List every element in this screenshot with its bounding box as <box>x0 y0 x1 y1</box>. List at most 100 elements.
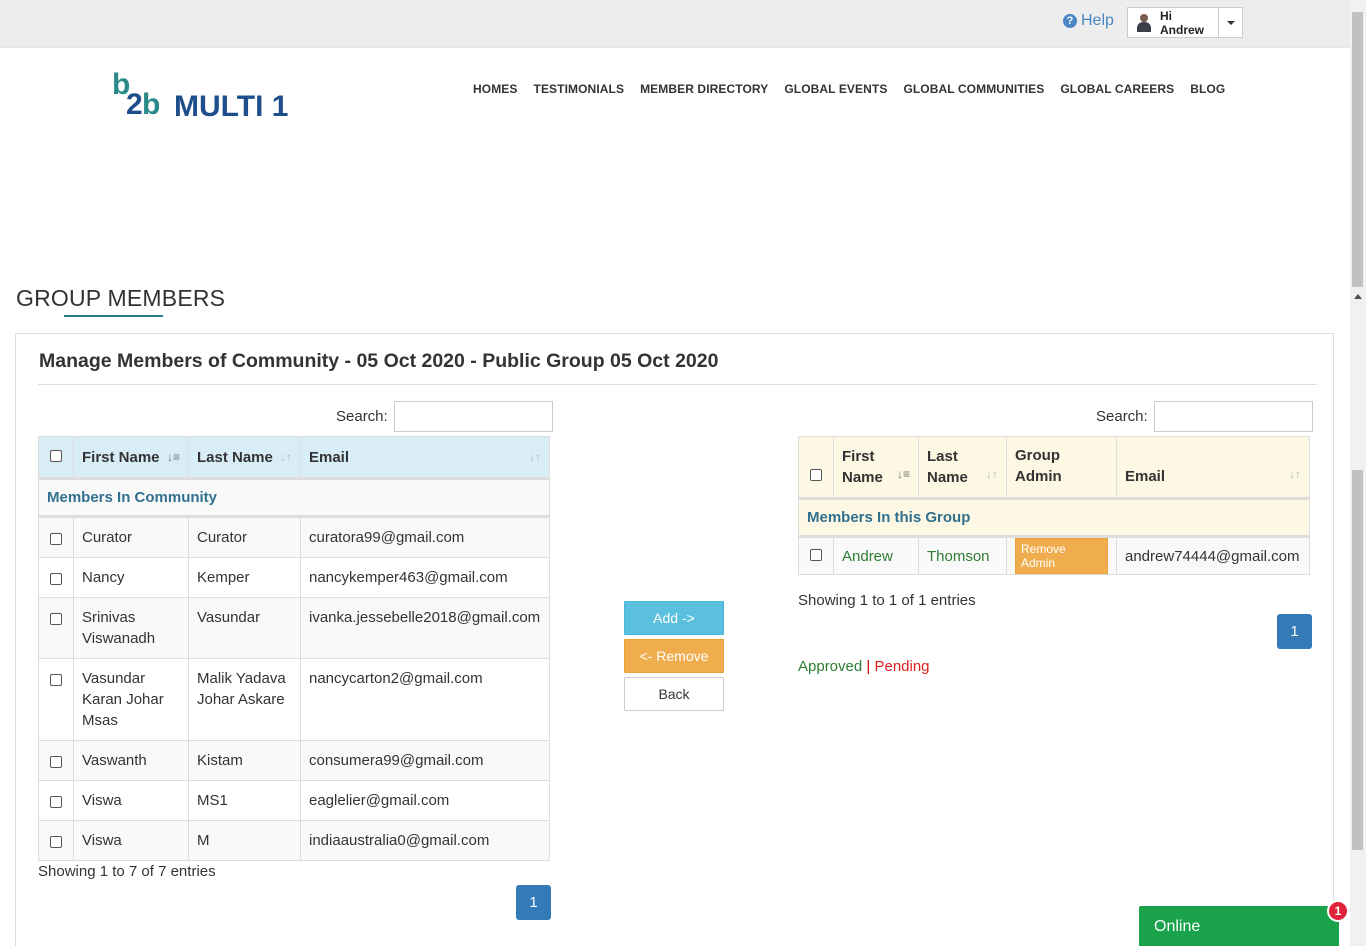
select-all-checkbox[interactable] <box>50 449 62 462</box>
nav-testimonials[interactable]: TESTIMONIALS <box>534 82 625 96</box>
email-cell: ivanka.jessebelle2018@gmail.com <box>300 597 550 659</box>
title-underline <box>64 315 163 317</box>
col-email[interactable]: Email ↓↑ <box>300 436 550 480</box>
col-email-label: Email <box>309 448 350 466</box>
col-last-name[interactable]: Last Name ↓↑ <box>188 436 301 480</box>
community-search-label: Search: <box>336 408 388 425</box>
chat-notification-badge: 1 <box>1327 900 1349 922</box>
group-search-label: Search: <box>1096 408 1148 425</box>
group-page-button[interactable]: 1 <box>1277 614 1312 649</box>
page-title: GROUP MEMBERS <box>16 285 226 311</box>
legend-pending: Pending <box>874 658 930 675</box>
svg-text:2: 2 <box>126 88 143 120</box>
col-email[interactable]: Email ↓↑ <box>1116 436 1310 500</box>
select-all-checkbox[interactable] <box>810 469 822 481</box>
chat-online-widget[interactable]: Online <box>1139 906 1339 946</box>
nav-global-careers[interactable]: GLOBAL CAREERS <box>1060 82 1174 96</box>
row-select-cell <box>38 740 74 781</box>
table-row: Curator Curator curatora99@gmail.com <box>38 516 550 558</box>
banner-area <box>0 137 1350 287</box>
col-first-name[interactable]: First Name ↓≡ <box>833 436 919 500</box>
last-name-cell: MS1 <box>188 780 301 821</box>
help-link[interactable]: ? Help <box>1063 12 1114 30</box>
table-row: Vasundar Karan Johar Msas Malik Yadava J… <box>38 658 550 741</box>
group-table-caption: Members In this Group <box>798 498 1310 538</box>
group-search-input[interactable] <box>1153 401 1313 432</box>
nav-blog[interactable]: BLOG <box>1190 82 1225 96</box>
row-checkbox[interactable] <box>50 836 62 848</box>
community-table-caption: Members In Community <box>38 478 550 518</box>
col-first-name-label: First Name <box>842 448 883 486</box>
sort-asc-icon[interactable]: ↓≡ <box>897 464 910 485</box>
community-page-button[interactable]: 1 <box>516 885 551 920</box>
sort-asc-icon[interactable]: ↓≡ <box>167 450 180 464</box>
first-name-cell: Curator <box>73 516 189 558</box>
row-select-cell <box>38 820 74 861</box>
first-name-cell: Nancy <box>73 557 189 598</box>
sort-icon[interactable]: ↓↑ <box>1289 464 1301 485</box>
nav-member-directory[interactable]: MEMBER DIRECTORY <box>640 82 768 96</box>
row-select-cell <box>38 516 74 558</box>
inner-scrollbar-thumb[interactable] <box>1352 470 1363 850</box>
last-name-cell: Kemper <box>188 557 301 598</box>
table-row: Srinivas Viswanadh Vasundar ivanka.jesse… <box>38 597 550 659</box>
row-checkbox[interactable] <box>50 674 62 686</box>
first-name-cell: Srinivas Viswanadh <box>73 597 189 659</box>
row-checkbox[interactable] <box>50 573 62 585</box>
group-members-table: Members In this Group First Name ↓≡ Last … <box>798 436 1310 575</box>
col-last-name-label: Last Name <box>197 448 273 466</box>
row-select-cell <box>38 658 74 741</box>
user-greeting: Hi Andrew <box>1160 8 1205 37</box>
row-checkbox[interactable] <box>50 613 62 625</box>
site-logo[interactable]: b 2 b MULTI 1 <box>112 64 312 123</box>
first-name-cell: Viswa <box>73 780 189 821</box>
panel-heading: Manage Members of Community - 05 Oct 202… <box>39 350 719 372</box>
last-name-cell: Malik Yadava Johar Askare <box>188 658 301 741</box>
community-search-input[interactable] <box>393 401 553 432</box>
nav-global-communities[interactable]: GLOBAL COMMUNITIES <box>903 82 1044 96</box>
email-cell: nancycarton2@gmail.com <box>300 658 550 741</box>
last-name-cell: Thomson <box>918 536 1007 575</box>
last-name-cell: M <box>188 820 301 861</box>
row-select-cell <box>798 536 834 575</box>
table-row: Nancy Kemper nancykemper463@gmail.com <box>38 557 550 598</box>
col-email-label: Email <box>1125 468 1166 485</box>
nav-homes[interactable]: HOMES <box>473 82 518 96</box>
table-row: Vaswanth Kistam consumera99@gmail.com <box>38 740 550 781</box>
remove-button[interactable]: <- Remove <box>624 639 724 673</box>
remove-admin-button[interactable]: Remove Admin <box>1015 538 1108 574</box>
question-circle-icon: ? <box>1063 14 1077 28</box>
email-cell: eaglelier@gmail.com <box>300 780 550 821</box>
first-name-cell: Vaswanth <box>73 740 189 781</box>
row-checkbox[interactable] <box>50 533 62 545</box>
col-first-name[interactable]: First Name ↓≡ <box>73 436 189 480</box>
select-all-group[interactable] <box>798 436 834 500</box>
sort-icon[interactable]: ↓↑ <box>280 450 292 464</box>
scroll-up-arrow-icon[interactable] <box>1354 294 1362 299</box>
top-bar: ? Help Hi Andrew <box>0 0 1350 48</box>
sort-icon[interactable]: ↓↑ <box>529 450 541 464</box>
row-checkbox[interactable] <box>50 756 62 768</box>
page-scrollbar[interactable] <box>1350 0 1366 946</box>
back-button[interactable]: Back <box>624 677 724 711</box>
email-cell: andrew74444@gmail.com <box>1116 536 1310 575</box>
nav-global-events[interactable]: GLOBAL EVENTS <box>784 82 887 96</box>
email-cell: nancykemper463@gmail.com <box>300 557 550 598</box>
svg-text:b: b <box>142 88 160 120</box>
chevron-down-icon[interactable] <box>1218 8 1242 37</box>
user-menu-button[interactable]: Hi Andrew <box>1127 7 1243 38</box>
community-table-info: Showing 1 to 7 of 7 entries <box>38 863 216 880</box>
table-row: Andrew Thomson Remove Admin andrew74444@… <box>798 536 1310 575</box>
community-members-table: Members In Community First Name ↓≡ Last N… <box>38 436 550 861</box>
add-button[interactable]: Add -> <box>624 601 724 635</box>
scrollbar-thumb[interactable] <box>1352 12 1363 287</box>
sort-icon[interactable]: ↓↑ <box>986 464 998 485</box>
primary-nav: HOMES TESTIMONIALS MEMBER DIRECTORY GLOB… <box>473 82 1225 96</box>
col-last-name[interactable]: Last Name ↓↑ <box>918 436 1007 500</box>
select-all-community[interactable] <box>38 436 74 480</box>
status-legend: Approved | Pending <box>798 658 930 675</box>
row-checkbox[interactable] <box>50 796 62 808</box>
row-checkbox[interactable] <box>810 548 822 561</box>
legend-separator: | <box>866 658 871 675</box>
email-cell: consumera99@gmail.com <box>300 740 550 781</box>
